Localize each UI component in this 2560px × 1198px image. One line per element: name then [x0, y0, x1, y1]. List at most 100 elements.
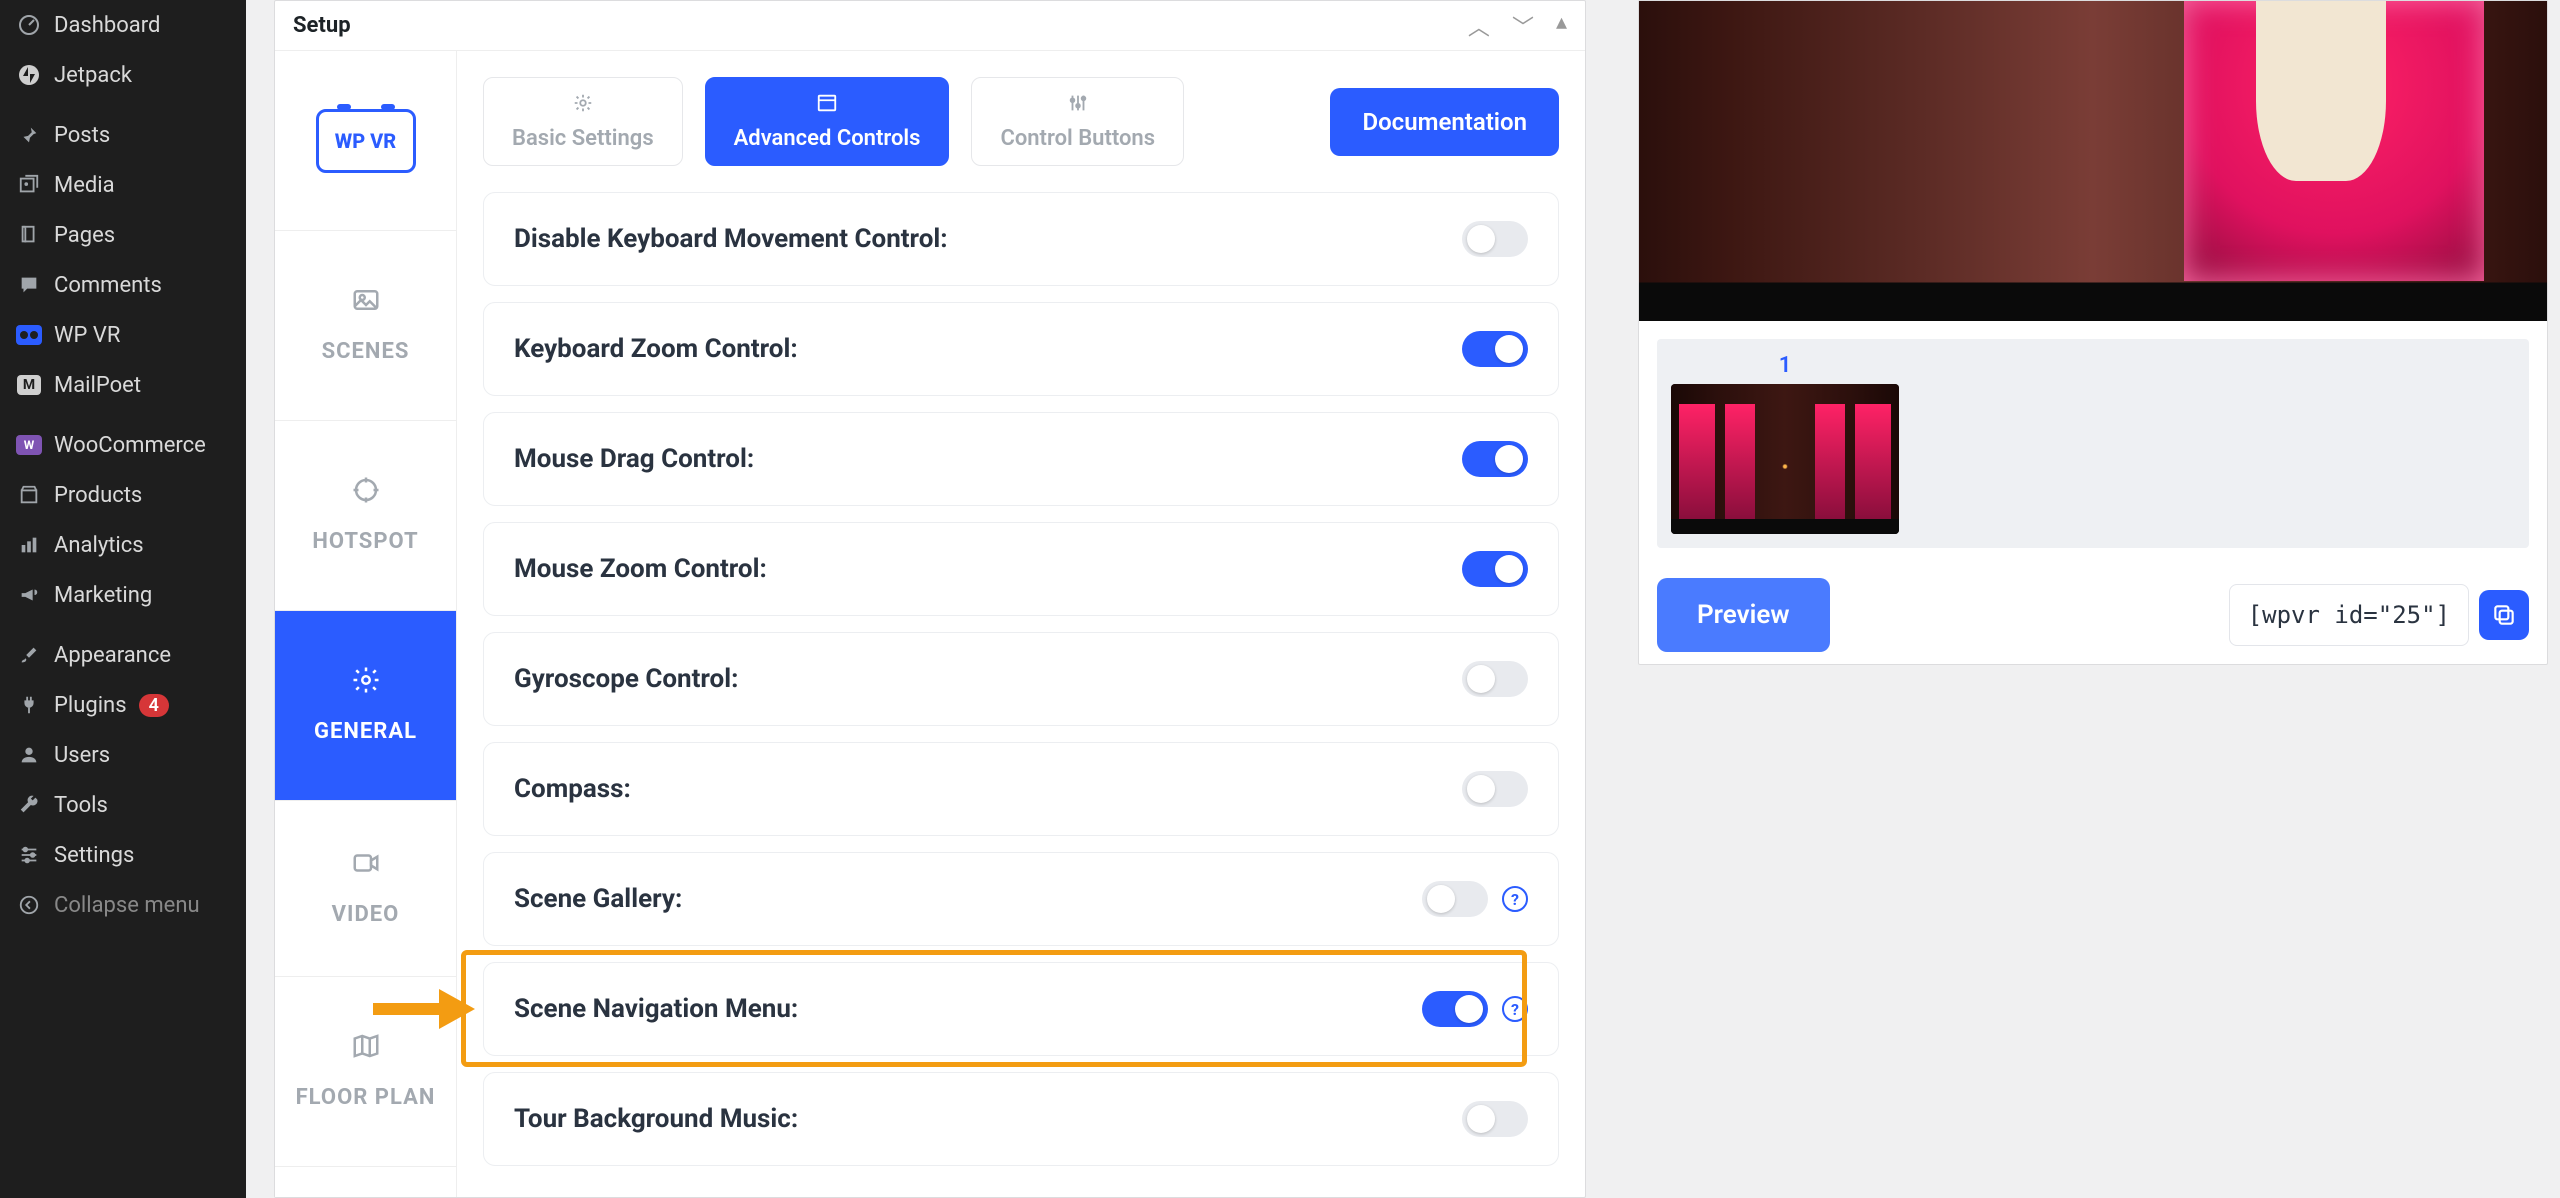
tab-general[interactable]: GENERAL — [275, 611, 456, 801]
vtab-label: GENERAL — [314, 718, 417, 747]
htab-control-buttons[interactable]: Control Buttons — [971, 77, 1184, 166]
button-label: Preview — [1697, 600, 1790, 630]
plugins-update-badge: 4 — [139, 694, 169, 717]
row-label: Scene Gallery: — [514, 884, 682, 914]
tab-hotspot[interactable]: HOTSPOT — [275, 421, 456, 611]
scene-thumbnail[interactable] — [1671, 384, 1899, 534]
menu-label: Pages — [54, 223, 115, 248]
menu-appearance[interactable]: Appearance — [0, 630, 246, 680]
sliders-icon — [16, 842, 42, 868]
thumbnail-index: 1 — [1671, 353, 1899, 378]
menu-label: Posts — [54, 123, 110, 148]
pin-icon — [16, 122, 42, 148]
dashboard-icon — [16, 12, 42, 38]
image-icon — [351, 285, 381, 322]
panel-title: Setup — [293, 13, 351, 38]
megaphone-icon — [16, 582, 42, 608]
analytics-icon — [16, 532, 42, 558]
move-up-icon[interactable]: ︿ — [1468, 10, 1490, 42]
menu-analytics[interactable]: Analytics — [0, 520, 246, 570]
menu-media[interactable]: Media — [0, 160, 246, 210]
wpvr-logo: WP VR — [316, 109, 416, 173]
toggle-disable-keyboard[interactable] — [1462, 221, 1528, 257]
mailpoet-icon: M — [16, 372, 42, 398]
sliders-icon — [1067, 92, 1089, 120]
row-label: Gyroscope Control: — [514, 664, 738, 694]
menu-label: Comments — [54, 273, 162, 298]
toggle-compass[interactable] — [1462, 771, 1528, 807]
shortcode-display: [wpvr id="25"] — [2229, 584, 2469, 646]
htab-label: Basic Settings — [512, 126, 654, 151]
menu-settings[interactable]: Settings — [0, 830, 246, 880]
row-compass: Compass: — [483, 742, 1559, 836]
menu-users[interactable]: Users — [0, 730, 246, 780]
htab-basic-settings[interactable]: Basic Settings — [483, 77, 683, 166]
vertical-tabs: WP VR SCENES HOTSPOT GENERAL — [275, 51, 457, 1197]
menu-label: Analytics — [54, 533, 144, 558]
toggle-tour-background-music[interactable] — [1462, 1101, 1528, 1137]
wrench-icon — [16, 792, 42, 818]
tab-scenes[interactable]: SCENES — [275, 231, 456, 421]
toggle-mouse-zoom[interactable] — [1462, 551, 1528, 587]
target-icon — [351, 475, 381, 512]
menu-woocommerce[interactable]: W WooCommerce — [0, 420, 246, 470]
menu-wpvr[interactable]: WP VR — [0, 310, 246, 360]
menu-jetpack[interactable]: Jetpack — [0, 50, 246, 100]
menu-comments[interactable]: Comments — [0, 260, 246, 310]
collapse-panel-icon[interactable]: ▴ — [1556, 10, 1567, 42]
vtab-label: FLOOR PLAN — [296, 1084, 436, 1113]
media-icon — [16, 172, 42, 198]
preview-button[interactable]: Preview — [1657, 578, 1830, 652]
wpvr-logo-cell: WP VR — [275, 51, 456, 231]
menu-label: WP VR — [54, 323, 120, 348]
collapse-icon — [16, 892, 42, 918]
htab-label: Control Buttons — [1000, 126, 1155, 151]
htab-advanced-controls[interactable]: Advanced Controls — [705, 77, 950, 166]
wp-admin-sidebar: Dashboard Jetpack Posts Media Pages Comm… — [0, 0, 246, 1198]
menu-marketing[interactable]: Marketing — [0, 570, 246, 620]
copy-shortcode-button[interactable] — [2479, 590, 2529, 640]
menu-products[interactable]: Products — [0, 470, 246, 520]
toggle-keyboard-zoom[interactable] — [1462, 331, 1528, 367]
toggle-gyroscope[interactable] — [1462, 661, 1528, 697]
preview-viewport[interactable] — [1639, 1, 2547, 321]
row-label: Disable Keyboard Movement Control: — [514, 224, 948, 254]
menu-label: Dashboard — [54, 13, 160, 38]
menu-posts[interactable]: Posts — [0, 110, 246, 160]
comments-icon — [16, 272, 42, 298]
wpvr-icon — [16, 322, 42, 348]
menu-pages[interactable]: Pages — [0, 210, 246, 260]
row-mouse-zoom: Mouse Zoom Control: — [483, 522, 1559, 616]
help-icon[interactable]: ? — [1502, 996, 1528, 1022]
menu-label: Settings — [54, 843, 134, 868]
vtab-label: SCENES — [322, 338, 410, 367]
menu-label: Users — [54, 743, 110, 768]
toggle-scene-navigation[interactable] — [1422, 991, 1488, 1027]
copy-icon — [2491, 602, 2517, 628]
documentation-button[interactable]: Documentation — [1330, 88, 1559, 156]
tab-video[interactable]: VIDEO — [275, 801, 456, 977]
row-disable-keyboard: Disable Keyboard Movement Control: — [483, 192, 1559, 286]
menu-collapse[interactable]: Collapse menu — [0, 880, 246, 930]
menu-mailpoet[interactable]: M MailPoet — [0, 360, 246, 410]
map-icon — [351, 1031, 381, 1068]
row-label: Keyboard Zoom Control: — [514, 334, 798, 364]
menu-plugins[interactable]: Plugins 4 — [0, 680, 246, 730]
row-scene-gallery: Scene Gallery: ? — [483, 852, 1559, 946]
menu-tools[interactable]: Tools — [0, 780, 246, 830]
menu-label: Marketing — [54, 583, 152, 608]
help-icon[interactable]: ? — [1502, 886, 1528, 912]
toggle-mouse-drag[interactable] — [1462, 441, 1528, 477]
row-label: Compass: — [514, 774, 631, 804]
menu-dashboard[interactable]: Dashboard — [0, 0, 246, 50]
row-label: Scene Navigation Menu: — [514, 994, 798, 1024]
scene-thumbnails: 1 — [1657, 339, 2529, 548]
annotation-arrow-head — [439, 989, 475, 1029]
row-tour-background-music: Tour Background Music: — [483, 1072, 1559, 1166]
move-down-icon[interactable]: ﹀ — [1512, 10, 1534, 42]
row-scene-navigation: Scene Navigation Menu: ? — [483, 962, 1559, 1056]
toggle-scene-gallery[interactable] — [1422, 881, 1488, 917]
row-gyroscope: Gyroscope Control: — [483, 632, 1559, 726]
row-label: Tour Background Music: — [514, 1104, 798, 1134]
gear-icon — [572, 92, 594, 120]
